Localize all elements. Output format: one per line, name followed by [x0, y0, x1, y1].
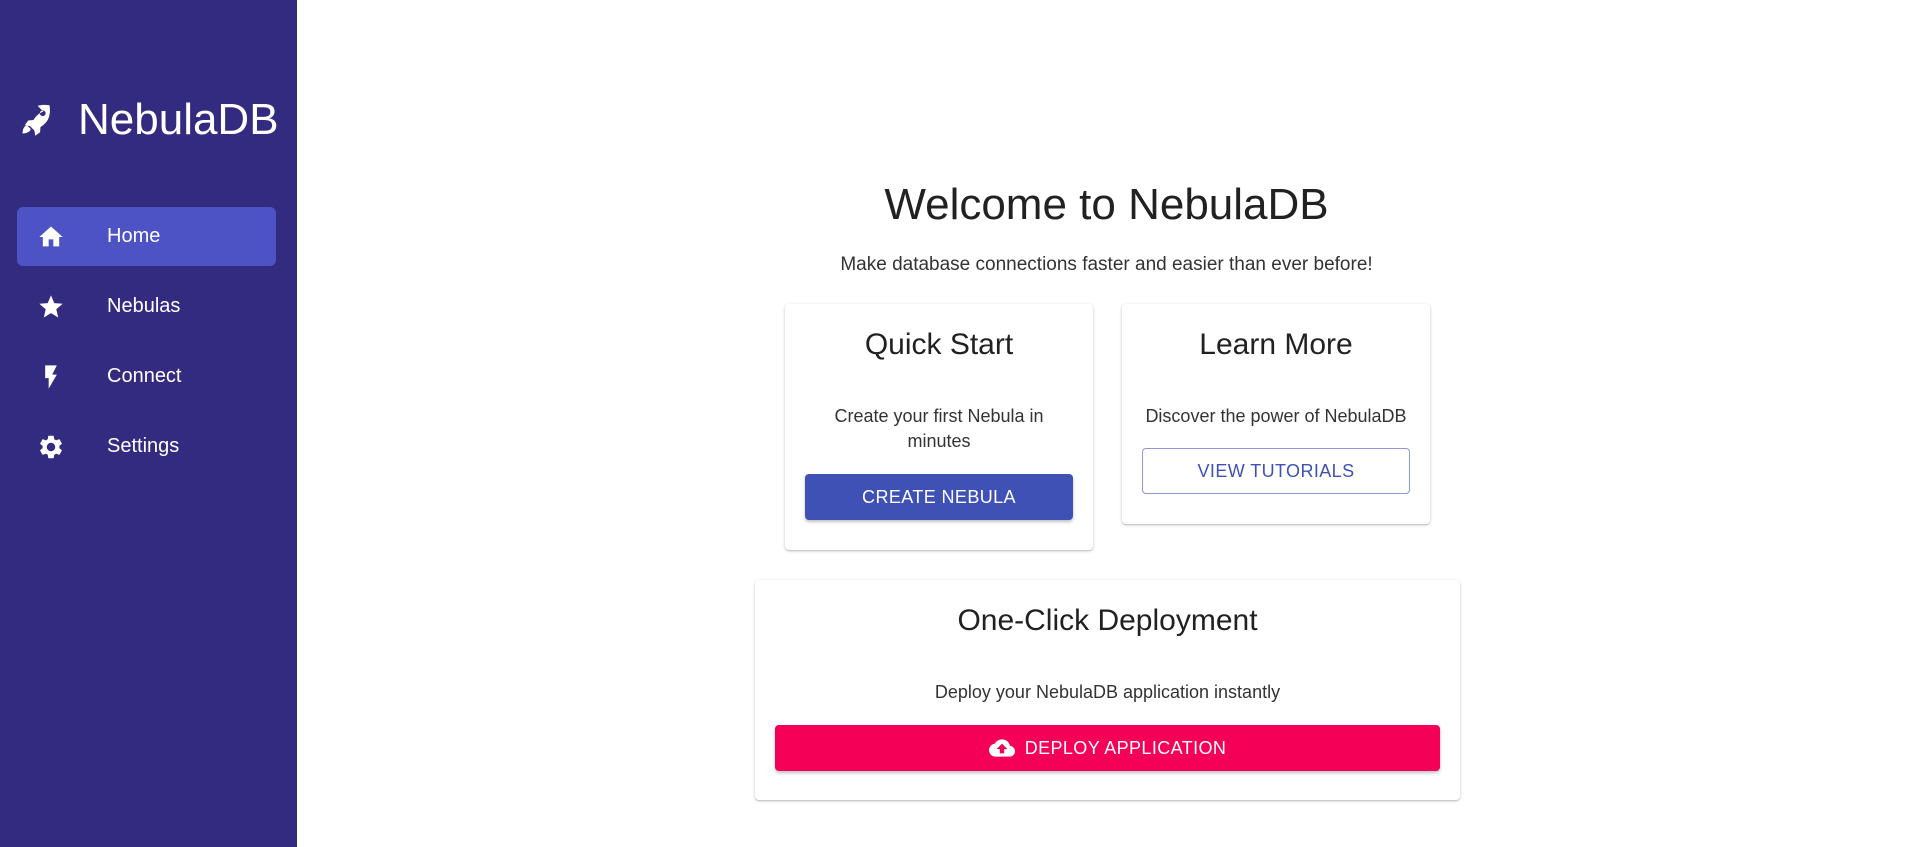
sidebar-item-connect[interactable]: Connect	[17, 347, 276, 406]
page-title: Welcome to NebulaDB	[884, 180, 1329, 229]
card-text: Discover the power of NebulaDB	[1145, 406, 1407, 426]
main-content: Welcome to NebulaDB Make database connec…	[297, 0, 1916, 847]
sidebar-item-label: Nebulas	[107, 295, 181, 317]
rocket-icon	[18, 102, 54, 138]
star-icon	[36, 292, 66, 322]
sidebar-item-label: Connect	[107, 365, 182, 387]
view-tutorials-button[interactable]: VIEW TUTORIALS	[1142, 448, 1410, 494]
card-text: Create your first Nebula in minutes	[834, 406, 1044, 451]
cloud-upload-icon	[988, 735, 1015, 761]
button-label: DEPLOY APPLICATION	[1024, 737, 1227, 758]
quick-start-card: Quick Start Create your first Nebula in …	[785, 304, 1093, 550]
card-title: Quick Start	[864, 328, 1014, 361]
home-icon	[36, 222, 66, 252]
create-nebula-button[interactable]: CREATE NEBULA	[805, 474, 1073, 520]
page-subtitle: Make database connections faster and eas…	[840, 254, 1373, 275]
sidebar-item-nebulas[interactable]: Nebulas	[17, 277, 276, 336]
gear-icon	[36, 432, 66, 462]
card-title: Learn More	[1199, 328, 1353, 361]
sidebar-item-home[interactable]: Home	[17, 207, 276, 266]
brand: NebulaDB	[18, 94, 279, 146]
sidebar-nav: Home Nebulas Connect Settings	[17, 207, 276, 487]
sidebar-item-settings[interactable]: Settings	[17, 417, 276, 476]
deploy-application-button[interactable]: DEPLOY APPLICATION	[775, 725, 1440, 771]
sidebar-item-label: Home	[107, 225, 161, 247]
deploy-card: One-Click Deployment Deploy your NebulaD…	[755, 580, 1460, 800]
bolt-icon	[36, 362, 66, 392]
app-title: NebulaDB	[78, 95, 279, 144]
card-title: One-Click Deployment	[957, 604, 1258, 637]
learn-more-card: Learn More Discover the power of NebulaD…	[1122, 304, 1430, 524]
sidebar: NebulaDB Home Nebulas Connect Settings	[0, 0, 297, 847]
card-text: Deploy your NebulaDB application instant…	[934, 682, 1281, 702]
sidebar-item-label: Settings	[107, 435, 180, 457]
